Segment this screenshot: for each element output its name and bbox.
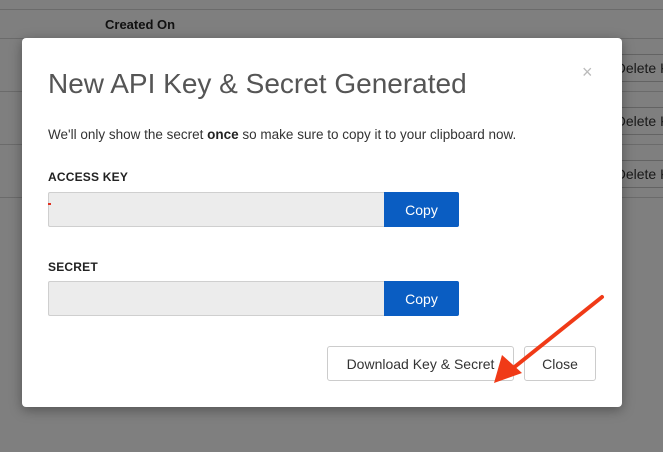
- page: Created On Delete Key Delete Key Delete …: [0, 0, 663, 452]
- copy-access-key-button[interactable]: Copy: [384, 192, 459, 227]
- intro-text-start: We'll only show the secret: [48, 127, 208, 142]
- intro-text-end: so make sure to copy it to your clipboar…: [238, 127, 517, 142]
- annotation-arrow-icon: [494, 295, 604, 383]
- download-key-secret-button[interactable]: Download Key & Secret: [327, 346, 514, 381]
- copy-secret-button[interactable]: Copy: [384, 281, 459, 316]
- arrow-shaft: [510, 295, 604, 371]
- modal-description: We'll only show the secret once so make …: [48, 127, 516, 142]
- access-key-field-group: Copy: [48, 192, 459, 227]
- api-key-modal: New API Key & Secret Generated × We'll o…: [22, 38, 622, 407]
- arrow-head: [494, 355, 522, 383]
- secret-field-group: Copy: [48, 281, 459, 316]
- secret-input[interactable]: [48, 281, 385, 316]
- close-icon[interactable]: ×: [582, 62, 593, 82]
- access-key-input[interactable]: [48, 192, 385, 227]
- input-caret-mark: [48, 203, 51, 205]
- secret-label: SECRET: [48, 260, 98, 274]
- intro-emphasis: once: [207, 127, 239, 142]
- modal-title: New API Key & Secret Generated: [48, 68, 467, 99]
- access-key-label: ACCESS KEY: [48, 170, 129, 184]
